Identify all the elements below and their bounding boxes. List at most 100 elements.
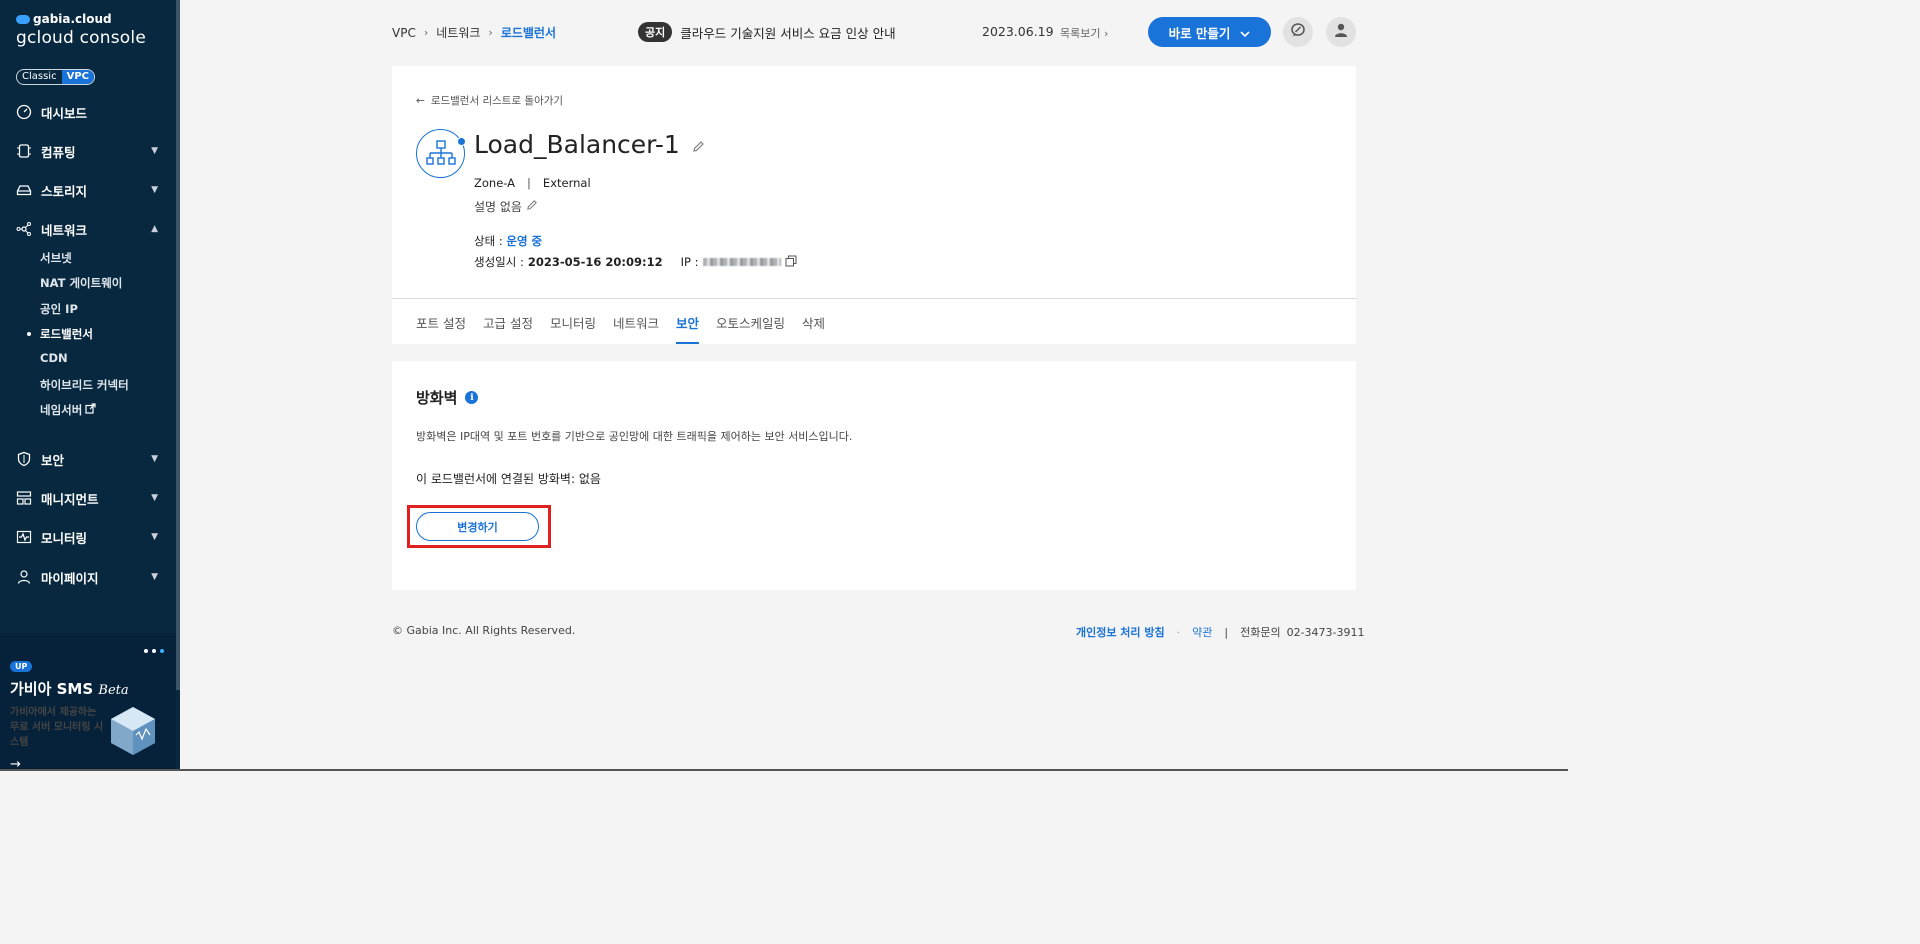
firewall-linked: 이 로드밸런서에 연결된 방화벽: 없음 [416, 472, 601, 486]
chevron-down-icon: ▼ [151, 185, 158, 195]
chevron-down-icon: ▼ [151, 572, 158, 582]
sidebar-sub-public-ip[interactable]: 공인 IP [40, 301, 78, 317]
arrow-left-icon: ← [416, 94, 425, 107]
chevron-right-icon: › [423, 26, 429, 39]
breadcrumb-vpc[interactable]: VPC [392, 26, 416, 40]
info-icon[interactable]: i [465, 391, 479, 404]
server-illustration-icon [108, 705, 158, 757]
mode-classic[interactable]: Classic [17, 70, 62, 84]
lb-status: 상태 : 운영 중 [474, 233, 542, 249]
notice-text[interactable]: 클라우드 기술지원 서비스 요금 인상 안내 [680, 23, 895, 42]
notice-tag: 공지 [638, 22, 673, 42]
sidebar-sub-subnet[interactable]: 서브넷 [40, 250, 72, 266]
notice-bar[interactable]: 공지 클라우드 기술지원 서비스 요금 인상 안내 [638, 22, 896, 42]
copy-icon[interactable] [785, 255, 797, 270]
tab-port-settings[interactable]: 포트 설정 [416, 313, 466, 344]
sidebar-item-monitoring[interactable]: 모니터링 ▼ [0, 522, 180, 552]
tab-monitoring[interactable]: 모니터링 [550, 313, 596, 344]
sidebar-sub-load-balancer[interactable]: 로드밸런서 [27, 326, 93, 342]
brand-main-text: gcloud console [16, 28, 146, 48]
chevron-right-icon: › [488, 26, 493, 39]
footer-links: 개인정보 처리 방침 · 약관 | 전화문의 02-3473-3911 [1076, 624, 1365, 640]
tab-advanced-settings[interactable]: 고급 설정 [483, 313, 533, 344]
lb-description: 설명 없음 [474, 198, 538, 215]
dashboard-icon [16, 104, 32, 120]
cloud-logo-icon [16, 14, 30, 24]
back-to-list-link[interactable]: ← 로드밸런서 리스트로 돌아가기 [416, 93, 563, 108]
sidebar-item-computing[interactable]: 컴퓨팅 ▼ [0, 136, 180, 166]
chevron-down-icon: ▼ [151, 493, 158, 503]
sidebar-item-storage[interactable]: 스토리지 ▼ [0, 175, 180, 205]
bottom-border [0, 769, 1568, 771]
carousel-dots[interactable] [144, 649, 164, 653]
mode-toggle[interactable]: Classic VPC [16, 69, 96, 85]
brand-top-text: gabia.cloud [33, 12, 112, 26]
divider: | [527, 176, 531, 190]
notice-list-link[interactable]: 목록보기 › [1060, 25, 1108, 41]
sidebar-sub-cdn[interactable]: CDN [40, 351, 68, 365]
firewall-title: 방화벽 i [416, 387, 479, 408]
monitoring-icon [16, 529, 32, 545]
external-link-icon [85, 403, 96, 417]
profile-button[interactable] [1326, 17, 1356, 47]
privacy-policy-link[interactable]: 개인정보 처리 방침 [1076, 624, 1165, 640]
lb-zone: Zone-A [474, 176, 516, 190]
tab-network[interactable]: 네트워크 [613, 313, 659, 344]
create-now-label: 바로 만들기 [1168, 25, 1231, 41]
lb-desc-text: 설명 없음 [474, 200, 522, 214]
tab-delete[interactable]: 삭제 [802, 313, 825, 344]
sidebar-item-security[interactable]: 보안 ▼ [0, 444, 180, 474]
status-label: 상태 : [474, 234, 503, 248]
create-now-button[interactable]: 바로 만들기 [1148, 17, 1271, 47]
phone-number: 02-3473-3911 [1286, 625, 1365, 639]
promo-banner[interactable]: UP 가비아 SMS Beta 가비아에서 제공하는 무료 서버 모니터링 시스… [0, 633, 176, 771]
mode-vpc[interactable]: VPC [61, 70, 95, 84]
footer-divider: | [1224, 625, 1229, 639]
sidebar-item-label: 스토리지 [41, 183, 88, 199]
sidebar-item-label: 보안 [41, 452, 65, 468]
sidebar-item-mypage[interactable]: 마이페이지 ▼ [0, 562, 180, 592]
storage-icon [16, 182, 32, 198]
sidebar-item-dashboard[interactable]: 대시보드 [0, 97, 180, 127]
feedback-icon [1290, 22, 1306, 42]
feedback-button[interactable] [1283, 17, 1313, 47]
lb-type: External [542, 176, 591, 190]
sidebar-item-label: 컴퓨팅 [41, 144, 76, 160]
sidebar-item-network[interactable]: 네트워크 ▲ [0, 214, 180, 244]
sidebar-sub-label: 네임서버 [40, 403, 83, 417]
promo-badge: UP [10, 661, 33, 672]
footer-dot: · [1176, 625, 1181, 639]
shield-icon [16, 451, 32, 467]
sidebar-sub-nameserver[interactable]: 네임서버 [40, 402, 96, 418]
terms-link[interactable]: 약관 [1192, 624, 1212, 640]
management-icon [16, 490, 32, 506]
detail-tabs: 포트 설정 고급 설정 모니터링 네트워크 보안 오토스케일링 삭제 [416, 313, 825, 344]
sidebar-sub-nat-gateway[interactable]: NAT 게이트웨이 [40, 275, 122, 291]
sidebar-item-management[interactable]: 매니지먼트 ▼ [0, 483, 180, 513]
chevron-down-icon: ▼ [151, 146, 158, 156]
created-label: 생성일시 : [474, 255, 524, 269]
tab-autoscaling[interactable]: 오토스케일링 [716, 313, 785, 344]
load-balancer-icon [416, 129, 465, 178]
status-dot [457, 137, 466, 146]
edit-name-pencil-icon[interactable] [692, 130, 705, 159]
lb-name: Load_Balancer-1 [474, 130, 680, 159]
lb-title: Load_Balancer-1 [474, 130, 705, 159]
sidebar-sub-hybrid-connector[interactable]: 하이브리드 커넥터 [40, 377, 129, 393]
chevron-up-icon: ▲ [151, 224, 158, 234]
edit-desc-pencil-icon[interactable] [526, 199, 538, 214]
breadcrumb-network[interactable]: 네트워크 [436, 24, 480, 41]
lb-ip: IP : [681, 255, 797, 270]
notice-date: 2023.06.19 [982, 24, 1054, 39]
sidebar-item-label: 네트워크 [41, 222, 88, 238]
ip-label: IP : [680, 255, 699, 269]
tab-security[interactable]: 보안 [676, 313, 700, 344]
ip-value-redacted [702, 258, 781, 266]
breadcrumb-current: 로드밸런서 [500, 26, 557, 40]
back-label: 로드밸런서 리스트로 돌아가기 [430, 95, 564, 107]
promo-title-beta: Beta [98, 683, 129, 698]
sidebar-item-label: 매니지먼트 [41, 491, 99, 507]
status-value: 운영 중 [506, 234, 543, 248]
user-icon [1333, 22, 1349, 42]
brand-logo[interactable]: gabia.cloud gcloud console [16, 12, 146, 48]
